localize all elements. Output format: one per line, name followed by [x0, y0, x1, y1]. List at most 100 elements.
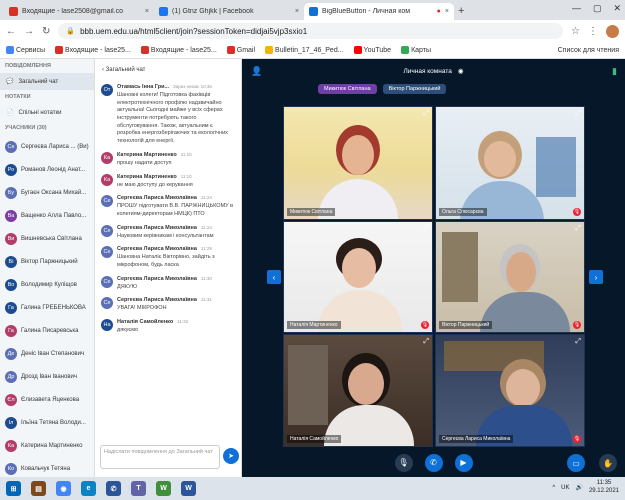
- chat-header[interactable]: ‹ Загальний чат: [96, 59, 241, 81]
- user-list-item[interactable]: Ви Вишневська Світлана: [0, 227, 94, 250]
- bookmark-maps[interactable]: Карты: [401, 46, 431, 54]
- mute-button[interactable]: 🎙: [394, 453, 413, 472]
- tab-facebook[interactable]: (1) Gtnz Ghjkk | Facebook ×: [154, 3, 304, 20]
- talking-indicator[interactable]: Микитюк Світлана: [318, 84, 377, 94]
- gmail-icon: [9, 7, 18, 16]
- chat-icon: 💬: [6, 79, 14, 85]
- system-clock[interactable]: 11:35 29.12.2021: [589, 480, 619, 496]
- fullscreen-icon[interactable]: ⤢: [575, 225, 581, 233]
- user-list-item[interactable]: Ко Ковальчук Тетяна: [0, 457, 94, 477]
- start-icon[interactable]: ⊞: [6, 481, 21, 496]
- user-avatar: Га: [5, 324, 17, 337]
- tray-arrow-icon[interactable]: ^: [552, 485, 555, 491]
- bookmark-bulletin[interactable]: Bulletin_17_46_Ped...: [265, 46, 344, 54]
- public-chat-item[interactable]: 💬 Загальний чат: [0, 73, 94, 90]
- new-tab-button[interactable]: +: [458, 3, 464, 20]
- raise-hand-button[interactable]: ✋: [599, 454, 617, 472]
- fullscreen-icon[interactable]: ⤢: [423, 225, 429, 233]
- message-avatar: Се: [101, 224, 113, 237]
- user-list-item[interactable]: Бу Бугаєн Оксана Михай...: [0, 181, 94, 204]
- bookmark-gmail[interactable]: Gmail: [226, 46, 255, 54]
- message-avatar: От: [101, 84, 113, 96]
- teams-icon[interactable]: T: [131, 481, 146, 496]
- close-icon[interactable]: ×: [145, 8, 149, 15]
- chat-message: От Отамась Інна Гри... Зараз немає 10:36 Ша…: [96, 81, 241, 149]
- video-tile[interactable]: Микитюк Світлана ⤢: [283, 106, 433, 220]
- messages-section-title: ПОВІДОМЛЕННЯ: [5, 63, 51, 69]
- shared-notes-item[interactable]: 📄 Спільні нотатки: [0, 104, 94, 121]
- close-window-icon[interactable]: ✕: [613, 3, 621, 14]
- share-screen-button[interactable]: ▭: [567, 454, 585, 472]
- user-list-item[interactable]: Др Дрозд Іван Іванович: [0, 365, 94, 388]
- share-webcam-button[interactable]: ▶: [454, 453, 473, 472]
- whatsapp-icon[interactable]: W: [156, 481, 171, 496]
- user-list-item[interactable]: Де Деніс Іван Степанович: [0, 342, 94, 365]
- fullscreen-icon[interactable]: ⤢: [423, 338, 429, 346]
- user-list-item[interactable]: Га Галина Писаревська: [0, 319, 94, 342]
- user-list-item[interactable]: Ка Катерина Мартиненко: [0, 434, 94, 457]
- edge-icon[interactable]: e: [81, 481, 96, 496]
- word-icon[interactable]: W: [181, 481, 196, 496]
- message-time: 11:24: [200, 224, 212, 230]
- leave-audio-button[interactable]: ✆: [424, 453, 443, 472]
- message-time: 11:31: [200, 297, 212, 303]
- viber-icon[interactable]: ✆: [106, 481, 121, 496]
- maximize-icon[interactable]: ▢: [593, 3, 602, 14]
- user-list-item[interactable]: Во Володимир Куліщов: [0, 273, 94, 296]
- user-avatar: Бу: [5, 186, 17, 199]
- forward-icon[interactable]: →: [24, 26, 34, 37]
- tab-bigbluebutton[interactable]: BigBlueButton - Личная ком ● ×: [304, 3, 454, 20]
- gmail-icon: [55, 46, 64, 54]
- connection-status-icon[interactable]: ▮: [612, 66, 617, 77]
- reload-icon[interactable]: ↻: [42, 26, 50, 37]
- talking-indicator[interactable]: Віктор Паржницький: [382, 84, 447, 94]
- youtube-icon: [353, 46, 362, 54]
- recording-status-icon[interactable]: ◉: [458, 67, 464, 75]
- user-list-item[interactable]: Ва Ващенко Алла Павло...: [0, 204, 94, 227]
- user-list-item[interactable]: Се Сергеєва Лариса ... (Ви): [0, 135, 94, 158]
- message-text: ДЯКУЮ: [117, 283, 138, 290]
- message-avatar: Ка: [101, 151, 113, 164]
- chrome-icon[interactable]: ◉: [56, 481, 71, 496]
- user-list-item[interactable]: Іл Ільїна Тетяна Володи...: [0, 411, 94, 434]
- next-page-button[interactable]: ›: [589, 270, 603, 284]
- message-author: Катерина Мартиненко: [117, 173, 177, 180]
- video-tile[interactable]: Наталія Мартиненко 🎙 ⤢: [283, 221, 433, 333]
- chat-message-input[interactable]: Надіслати повідомлення до Загальний чат: [100, 445, 220, 469]
- profile-avatar[interactable]: [606, 24, 619, 38]
- previous-page-button[interactable]: ‹: [267, 270, 281, 284]
- send-button[interactable]: ➤: [223, 448, 239, 464]
- volume-icon[interactable]: 🔊: [575, 484, 582, 491]
- users-toggle-icon[interactable]: 👤: [251, 66, 262, 77]
- user-list-item[interactable]: Ро Романов Леонід Анат...: [0, 158, 94, 181]
- close-icon[interactable]: ×: [445, 8, 449, 15]
- reading-list[interactable]: Список для чтения: [558, 47, 619, 54]
- extensions-icon[interactable]: ⋮: [588, 26, 598, 37]
- user-list-item[interactable]: Єл Єлизавета Яценкова: [0, 388, 94, 411]
- bookmark-youtube[interactable]: YouTube: [353, 46, 391, 54]
- bookmark-inbox-1[interactable]: Входящие - lase25...: [55, 46, 131, 54]
- tab-gmail[interactable]: Входящие - lase2508@gmail.co ×: [4, 3, 154, 20]
- user-list-item[interactable]: Га Галина ГРЕБЕНЬКОВА: [0, 296, 94, 319]
- fullscreen-icon[interactable]: ⤢: [575, 110, 581, 118]
- fullscreen-icon[interactable]: ⤢: [423, 110, 429, 118]
- fullscreen-icon[interactable]: ⤢: [575, 338, 581, 346]
- video-tile[interactable]: Ольга Слюсарєва 🎙 ⤢: [435, 106, 585, 220]
- message-author: Сергеєва Лариса Миколаївна: [117, 297, 197, 304]
- user-list-item[interactable]: Ві Віктор Паржницький: [0, 250, 94, 273]
- close-icon[interactable]: ×: [295, 8, 299, 15]
- file-explorer-icon[interactable]: ▤: [31, 481, 46, 496]
- bookmarks-bar: Сервисы Входящие - lase25... Входящие - …: [0, 42, 625, 59]
- url-field[interactable]: 🔒 bbb.uem.edu.ua/html5client/join?session…: [58, 23, 564, 39]
- bookmark-apps[interactable]: Сервисы: [6, 46, 45, 54]
- language-indicator[interactable]: UK: [561, 485, 569, 491]
- message-text: Шановна Наталіє Вікторівно, зайдіть з мі…: [117, 254, 215, 268]
- video-tile[interactable]: Віктор Паржницький 🎙 ⤢: [435, 221, 585, 333]
- star-icon[interactable]: ☆: [571, 26, 580, 37]
- video-tile[interactable]: Наталія Самойленко ⤢: [283, 334, 433, 447]
- bookmark-inbox-2[interactable]: Входящие - lase25...: [140, 46, 217, 54]
- minimize-icon[interactable]: —: [572, 3, 581, 14]
- talking-indicators: Микитюк Світлана Віктор Паржницький: [318, 84, 447, 94]
- back-icon[interactable]: ←: [6, 26, 16, 37]
- video-tile[interactable]: Сергеєва Лариса Миколаївна 🎙 ⤢: [435, 334, 585, 447]
